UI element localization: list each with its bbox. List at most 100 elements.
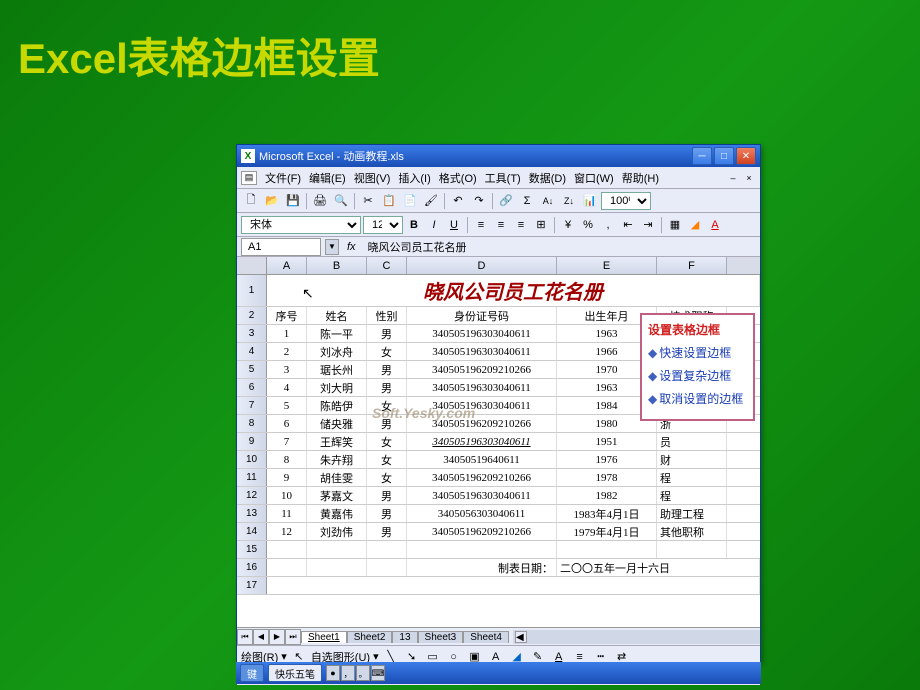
cell-seq[interactable]: 6	[267, 415, 307, 432]
doc-close-button[interactable]: ×	[742, 171, 756, 185]
col-header-c[interactable]: C	[367, 257, 407, 274]
italic-button[interactable]: I	[425, 216, 443, 234]
cell-id[interactable]: 340505196303040611	[407, 379, 557, 396]
col-header-f[interactable]: F	[657, 257, 727, 274]
cell-title[interactable]: 员	[657, 433, 727, 450]
hyperlink-icon[interactable]: 🔗	[496, 191, 516, 211]
cell-sex[interactable]: 女	[367, 469, 407, 486]
row-header[interactable]: 16	[237, 559, 267, 576]
cell-birth[interactable]: 1978	[557, 469, 657, 486]
cell-sex[interactable]: 男	[367, 361, 407, 378]
cell-title[interactable]: 助理工程	[657, 505, 727, 522]
menu-view[interactable]: 视图(V)	[354, 170, 391, 186]
cell-seq[interactable]: 5	[267, 397, 307, 414]
footer-value[interactable]: 二〇〇五年一月十六日	[557, 559, 760, 576]
tab-sheet4[interactable]: Sheet4	[463, 631, 509, 643]
cell-seq[interactable]: 9	[267, 469, 307, 486]
cell-name[interactable]: 陈一平	[307, 325, 367, 342]
cell-id[interactable]: 340505196303040611	[407, 487, 557, 504]
formula-input[interactable]: 晓风公司员工花名册	[364, 239, 760, 255]
cell-sex[interactable]: 女	[367, 343, 407, 360]
cell-sex[interactable]: 男	[367, 523, 407, 540]
cell-seq[interactable]: 1	[267, 325, 307, 342]
align-left-icon[interactable]: ≡	[472, 216, 490, 234]
sort-desc-icon[interactable]: Z↓	[559, 191, 579, 211]
tab-13[interactable]: 13	[392, 631, 417, 643]
menu-data[interactable]: 数据(D)	[529, 170, 566, 186]
cell-name[interactable]: 茅嘉文	[307, 487, 367, 504]
comma-icon[interactable]: ,	[599, 216, 617, 234]
doc-min-button[interactable]: –	[726, 171, 740, 185]
cell-sex[interactable]: 男	[367, 505, 407, 522]
zoom-select[interactable]: 100%	[601, 192, 651, 210]
currency-icon[interactable]: ¥	[559, 216, 577, 234]
tab-first-icon[interactable]: ⏮	[237, 629, 253, 645]
cell-id[interactable]: 340505196209210266	[407, 415, 557, 432]
row-header[interactable]: 2	[237, 307, 267, 324]
cell-seq[interactable]: 11	[267, 505, 307, 522]
new-icon[interactable]: 🗋	[241, 191, 261, 211]
row-header[interactable]: 10	[237, 451, 267, 468]
ime-btn-4[interactable]: ⌨	[371, 665, 385, 681]
cell-name[interactable]: 刘大明	[307, 379, 367, 396]
cell-name[interactable]: 朱卉翔	[307, 451, 367, 468]
cell-name[interactable]: 胡佳雯	[307, 469, 367, 486]
cell-sex[interactable]: 女	[367, 397, 407, 414]
cell-name[interactable]: 储央雅	[307, 415, 367, 432]
popup-remove-border[interactable]: 取消设置的边框	[648, 390, 747, 407]
row-header[interactable]: 9	[237, 433, 267, 450]
cell-id[interactable]: 340505196209210266	[407, 361, 557, 378]
save-icon[interactable]: 💾	[283, 191, 303, 211]
cell-name[interactable]: 刘劲伟	[307, 523, 367, 540]
cell-title[interactable]: 程	[657, 469, 727, 486]
cell-seq[interactable]: 12	[267, 523, 307, 540]
autosum-icon[interactable]: Σ	[517, 191, 537, 211]
format-painter-icon[interactable]: 🖌	[421, 191, 441, 211]
row-header[interactable]: 5	[237, 361, 267, 378]
cell-sex[interactable]: 女	[367, 451, 407, 468]
undo-icon[interactable]: ↶	[448, 191, 468, 211]
col-header-e[interactable]: E	[557, 257, 657, 274]
font-color-icon[interactable]: A	[706, 216, 724, 234]
header-seq[interactable]: 序号	[267, 307, 307, 324]
cell-seq[interactable]: 7	[267, 433, 307, 450]
chart-icon[interactable]: 📊	[580, 191, 600, 211]
border-icon[interactable]: ▦	[666, 216, 684, 234]
tab-sheet2[interactable]: Sheet2	[347, 631, 393, 643]
row-header[interactable]: 1	[237, 275, 267, 306]
tab-sheet3[interactable]: Sheet3	[418, 631, 464, 643]
row-header[interactable]: 3	[237, 325, 267, 342]
titlebar[interactable]: X Microsoft Excel - 动画教程.xls ─ □ ✕	[237, 145, 760, 167]
cell-id[interactable]: 340505196303040611	[407, 397, 557, 414]
row-header[interactable]: 4	[237, 343, 267, 360]
cell-birth[interactable]: 1976	[557, 451, 657, 468]
header-sex[interactable]: 性别	[367, 307, 407, 324]
cell-id[interactable]: 3405056303040611	[407, 505, 557, 522]
row-header[interactable]: 11	[237, 469, 267, 486]
col-header-b[interactable]: B	[307, 257, 367, 274]
menu-format[interactable]: 格式(O)	[439, 170, 477, 186]
cell-seq[interactable]: 4	[267, 379, 307, 396]
ime-btn-2[interactable]: ，	[341, 665, 355, 681]
menu-file[interactable]: 文件(F)	[265, 170, 301, 186]
sort-asc-icon[interactable]: A↓	[538, 191, 558, 211]
header-id[interactable]: 身份证号码	[407, 307, 557, 324]
ime-btn-3[interactable]: 。	[356, 665, 370, 681]
underline-button[interactable]: U	[445, 216, 463, 234]
cell-seq[interactable]: 3	[267, 361, 307, 378]
footer-label[interactable]: 制表日期：	[407, 559, 557, 576]
menu-insert[interactable]: 插入(I)	[398, 170, 430, 186]
redo-icon[interactable]: ↷	[469, 191, 489, 211]
doc-icon[interactable]: ▤	[241, 171, 257, 185]
cell-sex[interactable]: 男	[367, 379, 407, 396]
cell-birth[interactable]: 1979年4月1日	[557, 523, 657, 540]
open-icon[interactable]: 📂	[262, 191, 282, 211]
percent-icon[interactable]: %	[579, 216, 597, 234]
cell-sex[interactable]: 女	[367, 433, 407, 450]
header-name[interactable]: 姓名	[307, 307, 367, 324]
tab-next-icon[interactable]: ▶	[269, 629, 285, 645]
select-all-corner[interactable]	[237, 257, 267, 274]
popup-quick-border[interactable]: 快速设置边框	[648, 344, 747, 361]
cell-title[interactable]: 财	[657, 451, 727, 468]
cell-sex[interactable]: 男	[367, 415, 407, 432]
